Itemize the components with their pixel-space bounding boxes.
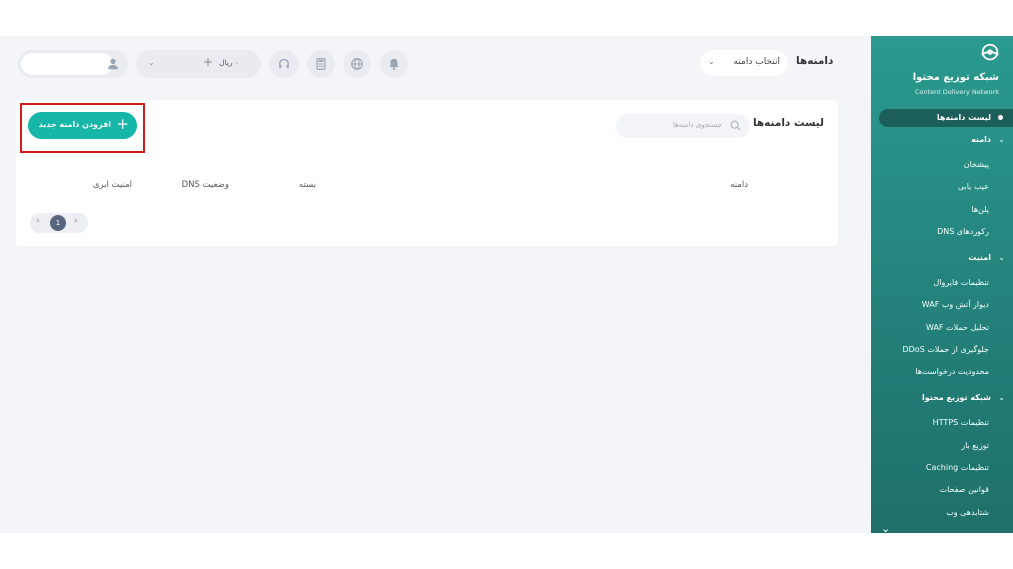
wallet-dropdown[interactable]: ۰ ریال + ⌄ [136, 50, 261, 78]
column-header-package: بسته [298, 180, 316, 190]
chevron-down-icon[interactable]: ⌄ [998, 135, 1005, 144]
bell-icon [389, 58, 399, 70]
column-header-domain: دامنه [730, 180, 748, 190]
sidebar-item-page-rules[interactable]: قوانین صفحات [940, 485, 989, 494]
chevron-down-icon: ⌄ [148, 58, 155, 67]
cdn-logo-icon [981, 43, 999, 61]
search-input[interactable]: جستجوی دامنه‌ها [616, 114, 750, 138]
sidebar-item-https[interactable]: تنظیمات HTTPS [933, 418, 989, 427]
wallet-amount: ۰ ریال [219, 58, 239, 67]
card-title: لیست دامنه‌ها [752, 117, 824, 129]
support-button[interactable] [270, 50, 298, 78]
chevron-down-icon[interactable]: ⌄ [998, 253, 1005, 262]
sidebar-item-ddos[interactable]: جلوگیری از حملات DDoS [902, 345, 989, 354]
language-button[interactable] [343, 50, 371, 78]
sidebar-item-label: لیست دامنه‌ها [936, 113, 991, 122]
sidebar: شبکه توزیع محتوا Content Delivery Networ… [871, 36, 1013, 533]
sidebar-item-caching[interactable]: تنظیمات Caching [926, 463, 989, 472]
column-header-cloud-security: امنیت ابری [92, 180, 132, 190]
column-header-dns-status: وضعیت DNS [181, 180, 229, 190]
sidebar-item-dns-records[interactable]: رکوردهای DNS [937, 227, 989, 236]
chevron-left-icon[interactable]: ‹ [36, 216, 40, 226]
user-icon [108, 58, 118, 70]
headset-icon [279, 59, 289, 68]
brand-title: شبکه توزیع محتوا [912, 72, 999, 83]
sidebar-item-firewall[interactable]: تنظیمات فایروال [933, 278, 989, 287]
chevron-down-icon[interactable]: ⌄ [881, 522, 890, 533]
notifications-button[interactable] [380, 50, 408, 78]
pagination: ‹ 1 › [30, 213, 88, 233]
plus-icon: + [116, 115, 129, 133]
add-domain-label: افزودن دامنه جدید [38, 120, 111, 129]
sidebar-item-dashboard[interactable]: پیشخان [964, 160, 989, 169]
chevron-right-icon[interactable]: › [74, 216, 78, 226]
globe-icon [351, 58, 363, 70]
sidebar-group-cdn[interactable]: شبکه توزیع محتوا [922, 393, 991, 402]
sidebar-group-domain[interactable]: دامنه [971, 135, 991, 144]
chevron-down-icon: ⌄ [708, 57, 715, 66]
user-menu[interactable] [18, 50, 128, 78]
active-dot-icon [998, 115, 1003, 120]
sidebar-item-plans[interactable]: پلن‌ها [971, 205, 989, 214]
sidebar-item-troubleshoot[interactable]: عیب یابی [958, 182, 989, 191]
page-number[interactable]: 1 [50, 215, 66, 231]
user-name [21, 53, 113, 75]
chevron-down-icon[interactable]: ⌄ [998, 393, 1005, 402]
screen: دامنه‌ها انتخاب دامنه ⌄ ۰ ریال + ⌄ لیست … [0, 0, 1013, 569]
domain-select-label: انتخاب دامنه [733, 57, 780, 67]
sidebar-group-security[interactable]: امنیت [968, 253, 991, 262]
calculator-icon [316, 58, 326, 70]
sidebar-item-rate-limit[interactable]: محدودیت درخواست‌ها [915, 367, 989, 376]
plus-icon[interactable]: + [203, 55, 213, 69]
sidebar-item-waf[interactable]: دیوار آتش وب WAF [922, 300, 989, 309]
domains-card: لیست دامنه‌ها جستجوی دامنه‌ها + افزودن د… [16, 100, 838, 246]
calculator-button[interactable] [307, 50, 335, 78]
sidebar-item-waf-analysis[interactable]: تحلیل حملات WAF [926, 323, 989, 332]
domain-select[interactable]: انتخاب دامنه ⌄ [700, 50, 788, 76]
search-icon [730, 120, 741, 131]
brand-subtitle: Content Delivery Network [914, 88, 999, 96]
search-placeholder: جستجوی دامنه‌ها [672, 121, 722, 129]
page-title: دامنه‌ها [796, 55, 834, 67]
sidebar-item-load-balancing[interactable]: توزیع بار [961, 441, 989, 450]
sidebar-item-web-acceleration[interactable]: شتابدهی وب [946, 508, 989, 517]
add-domain-button[interactable]: + افزودن دامنه جدید [28, 112, 137, 139]
